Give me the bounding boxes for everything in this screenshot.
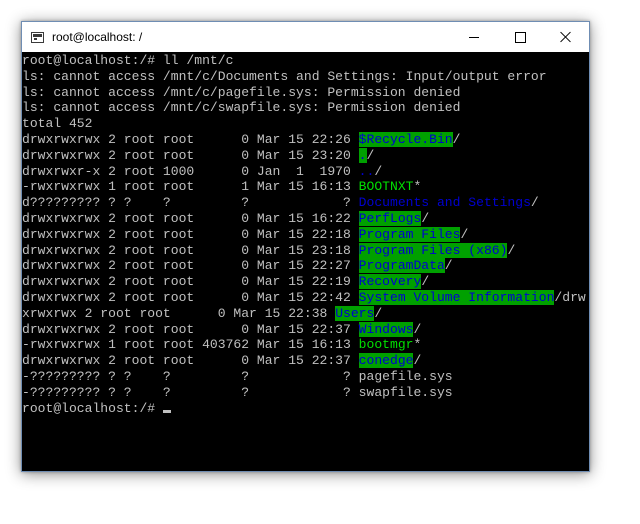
terminal-text: *: [413, 337, 422, 353]
terminal-text: /: [530, 195, 539, 211]
terminal-text: /: [374, 163, 383, 179]
directory-name: PerfLogs: [358, 210, 422, 226]
terminal-line: -????????? ? ? ? ? ? pagefile.sys: [22, 369, 589, 385]
terminal-line: drwxrwxrwx 2 root root 0 Mar 15 22:18 Pr…: [22, 226, 589, 243]
terminal-output[interactable]: root@localhost:/# ll /mnt/c ls: cannot ac…: [22, 52, 589, 471]
executable-name: bootmgr: [358, 337, 414, 353]
terminal-text: /: [452, 131, 461, 147]
terminal-text: ls: cannot access /mnt/c/swapfile.sys: P…: [22, 100, 461, 116]
terminal-text: drwxrwxrwx 2 root root 0 Mar 15 23:18: [22, 242, 359, 258]
terminal-text: drwxrwxrwx 2 root root 0 Mar 15 22:18: [22, 226, 359, 242]
close-button[interactable]: [543, 22, 589, 52]
terminal-text: xrwxrwx 2 root root 0 Mar 15 22:38: [22, 305, 336, 321]
terminal-line: -rwxrwxrwx 1 root root 403762 Mar 15 16:…: [22, 337, 589, 353]
maximize-button[interactable]: [497, 22, 543, 52]
window-controls: [451, 22, 589, 52]
terminal-text: drwxrwxrwx 2 root root 0 Mar 15 22:42: [22, 289, 359, 305]
terminal-window: root@localhost: / root@localhost:/# ll /…: [21, 21, 590, 472]
terminal-line: -????????? ? ? ? ? ? swapfile.sys: [22, 385, 589, 401]
terminal-line: drwxrwxrwx 2 root root 0 Mar 15 23:18 Pr…: [22, 242, 589, 259]
terminal-text: -????????? ? ? ? ? ? pagefile.sys: [22, 368, 453, 384]
window-title: root@localhost: /: [52, 30, 143, 44]
terminal-text: root@localhost:/#: [22, 400, 163, 416]
terminal-text: /: [460, 226, 469, 242]
terminal-text: ls: cannot access /mnt/c/Documents and S…: [22, 68, 547, 84]
directory-name: Windows: [358, 321, 414, 337]
terminal-text: drwxrwxrwx 2 root root 0 Mar 15 23:20: [22, 147, 359, 163]
maximize-icon: [515, 32, 526, 43]
terminal-text: /: [413, 353, 422, 369]
directory-name: Documents and Settings: [358, 195, 531, 211]
close-icon: [560, 31, 572, 43]
terminal-line: drwxrwxrwx 2 root root 0 Mar 15 22:19 Re…: [22, 274, 589, 290]
terminal-text: drwxrwxrwx 2 root root 0 Mar 15 22:37: [22, 321, 359, 337]
terminal-text: d????????? ? ? ? ? ?: [22, 195, 359, 211]
directory-name: ProgramData: [358, 258, 445, 274]
text-cursor: [162, 409, 171, 413]
directory-name: Program Files (x86): [358, 242, 508, 258]
terminal-line: drwxrwxrwx 2 root root 0 Mar 15 22:42 Sy…: [22, 289, 589, 306]
terminal-text: /: [366, 147, 375, 163]
terminal-text: drwxrwxrwx 2 root root 0 Mar 15 22:37: [22, 353, 359, 369]
terminal-text: -rwxrwxrwx 1 root root 1 Mar 15 16:13: [22, 179, 359, 195]
directory-name: Recovery: [358, 274, 422, 290]
terminal-line: drwxrwxrwx 2 root root 0 Mar 15 22:37 Wi…: [22, 321, 589, 338]
terminal-text: /: [421, 210, 430, 226]
terminal-line: drwxrwxrwx 2 root root 0 Mar 15 22:37 co…: [22, 353, 589, 369]
terminal-text: /drw: [554, 289, 586, 305]
terminal-text: /: [374, 305, 383, 321]
terminal-text: /: [421, 274, 430, 290]
terminal-text: drwxrwxrwx 2 root root 0 Mar 15 22:27: [22, 258, 359, 274]
terminal-line: ls: cannot access /mnt/c/swapfile.sys: P…: [22, 100, 589, 116]
directory-name: System Volume Information: [358, 289, 555, 305]
directory-name: ..: [358, 163, 375, 179]
terminal-text: -rwxrwxrwx 1 root root 403762 Mar 15 16:…: [22, 337, 359, 353]
directory-name: $Recycle.Bin: [358, 131, 453, 147]
terminal-line: xrwxrwx 2 root root 0 Mar 15 22:38 Users…: [22, 305, 589, 322]
terminal-line: ls: cannot access /mnt/c/Documents and S…: [22, 69, 589, 85]
terminal-line: drwxrwxrwx 2 root root 0 Mar 15 22:26 $R…: [22, 131, 589, 148]
terminal-text: -????????? ? ? ? ? ? swapfile.sys: [22, 384, 453, 400]
terminal-line: root@localhost:/# ll /mnt/c: [22, 53, 589, 69]
title-bar[interactable]: root@localhost: /: [22, 22, 589, 52]
terminal-line: drwxrwxrwx 2 root root 0 Mar 15 16:22 Pe…: [22, 210, 589, 227]
directory-name: conedge: [358, 353, 414, 369]
minimize-icon: [469, 37, 479, 38]
terminal-line: ls: cannot access /mnt/c/pagefile.sys: P…: [22, 85, 589, 101]
terminal-line: total 452: [22, 116, 589, 132]
terminal-text: /: [507, 242, 516, 258]
terminal-line: drwxrwxrwx 2 root root 0 Mar 15 22:27 Pr…: [22, 258, 589, 274]
terminal-line: d????????? ? ? ? ? ? Documents and Setti…: [22, 195, 589, 211]
terminal-text: drwxrwxrwx 2 root root 0 Mar 15 22:19: [22, 274, 359, 290]
terminal-text: *: [413, 179, 422, 195]
terminal-text: /: [413, 321, 422, 337]
terminal-text: root@localhost:/# ll /mnt/c: [22, 53, 234, 68]
terminal-line: drwxrwxr-x 2 root 1000 0 Jan 1 1970 ../: [22, 164, 589, 180]
terminal-icon: [31, 31, 44, 43]
directory-name: .: [358, 147, 367, 163]
terminal-text: drwxrwxrwx 2 root root 0 Mar 15 16:22: [22, 210, 359, 226]
terminal-line: -rwxrwxrwx 1 root root 1 Mar 15 16:13 BO…: [22, 179, 589, 195]
terminal-text: drwxrwxr-x 2 root 1000 0 Jan 1 1970: [22, 163, 359, 179]
executable-name: BOOTNXT: [358, 179, 414, 195]
terminal-text: ls: cannot access /mnt/c/pagefile.sys: P…: [22, 84, 461, 100]
terminal-line: root@localhost:/#: [22, 401, 589, 417]
terminal-line: drwxrwxrwx 2 root root 0 Mar 15 23:20 ./: [22, 147, 589, 164]
terminal-text: total 452: [22, 116, 93, 132]
directory-name: Program Files: [358, 226, 461, 242]
directory-name: Users: [335, 305, 375, 321]
terminal-text: drwxrwxrwx 2 root root 0 Mar 15 22:26: [22, 131, 359, 147]
terminal-text: /: [444, 258, 453, 274]
minimize-button[interactable]: [451, 22, 497, 52]
